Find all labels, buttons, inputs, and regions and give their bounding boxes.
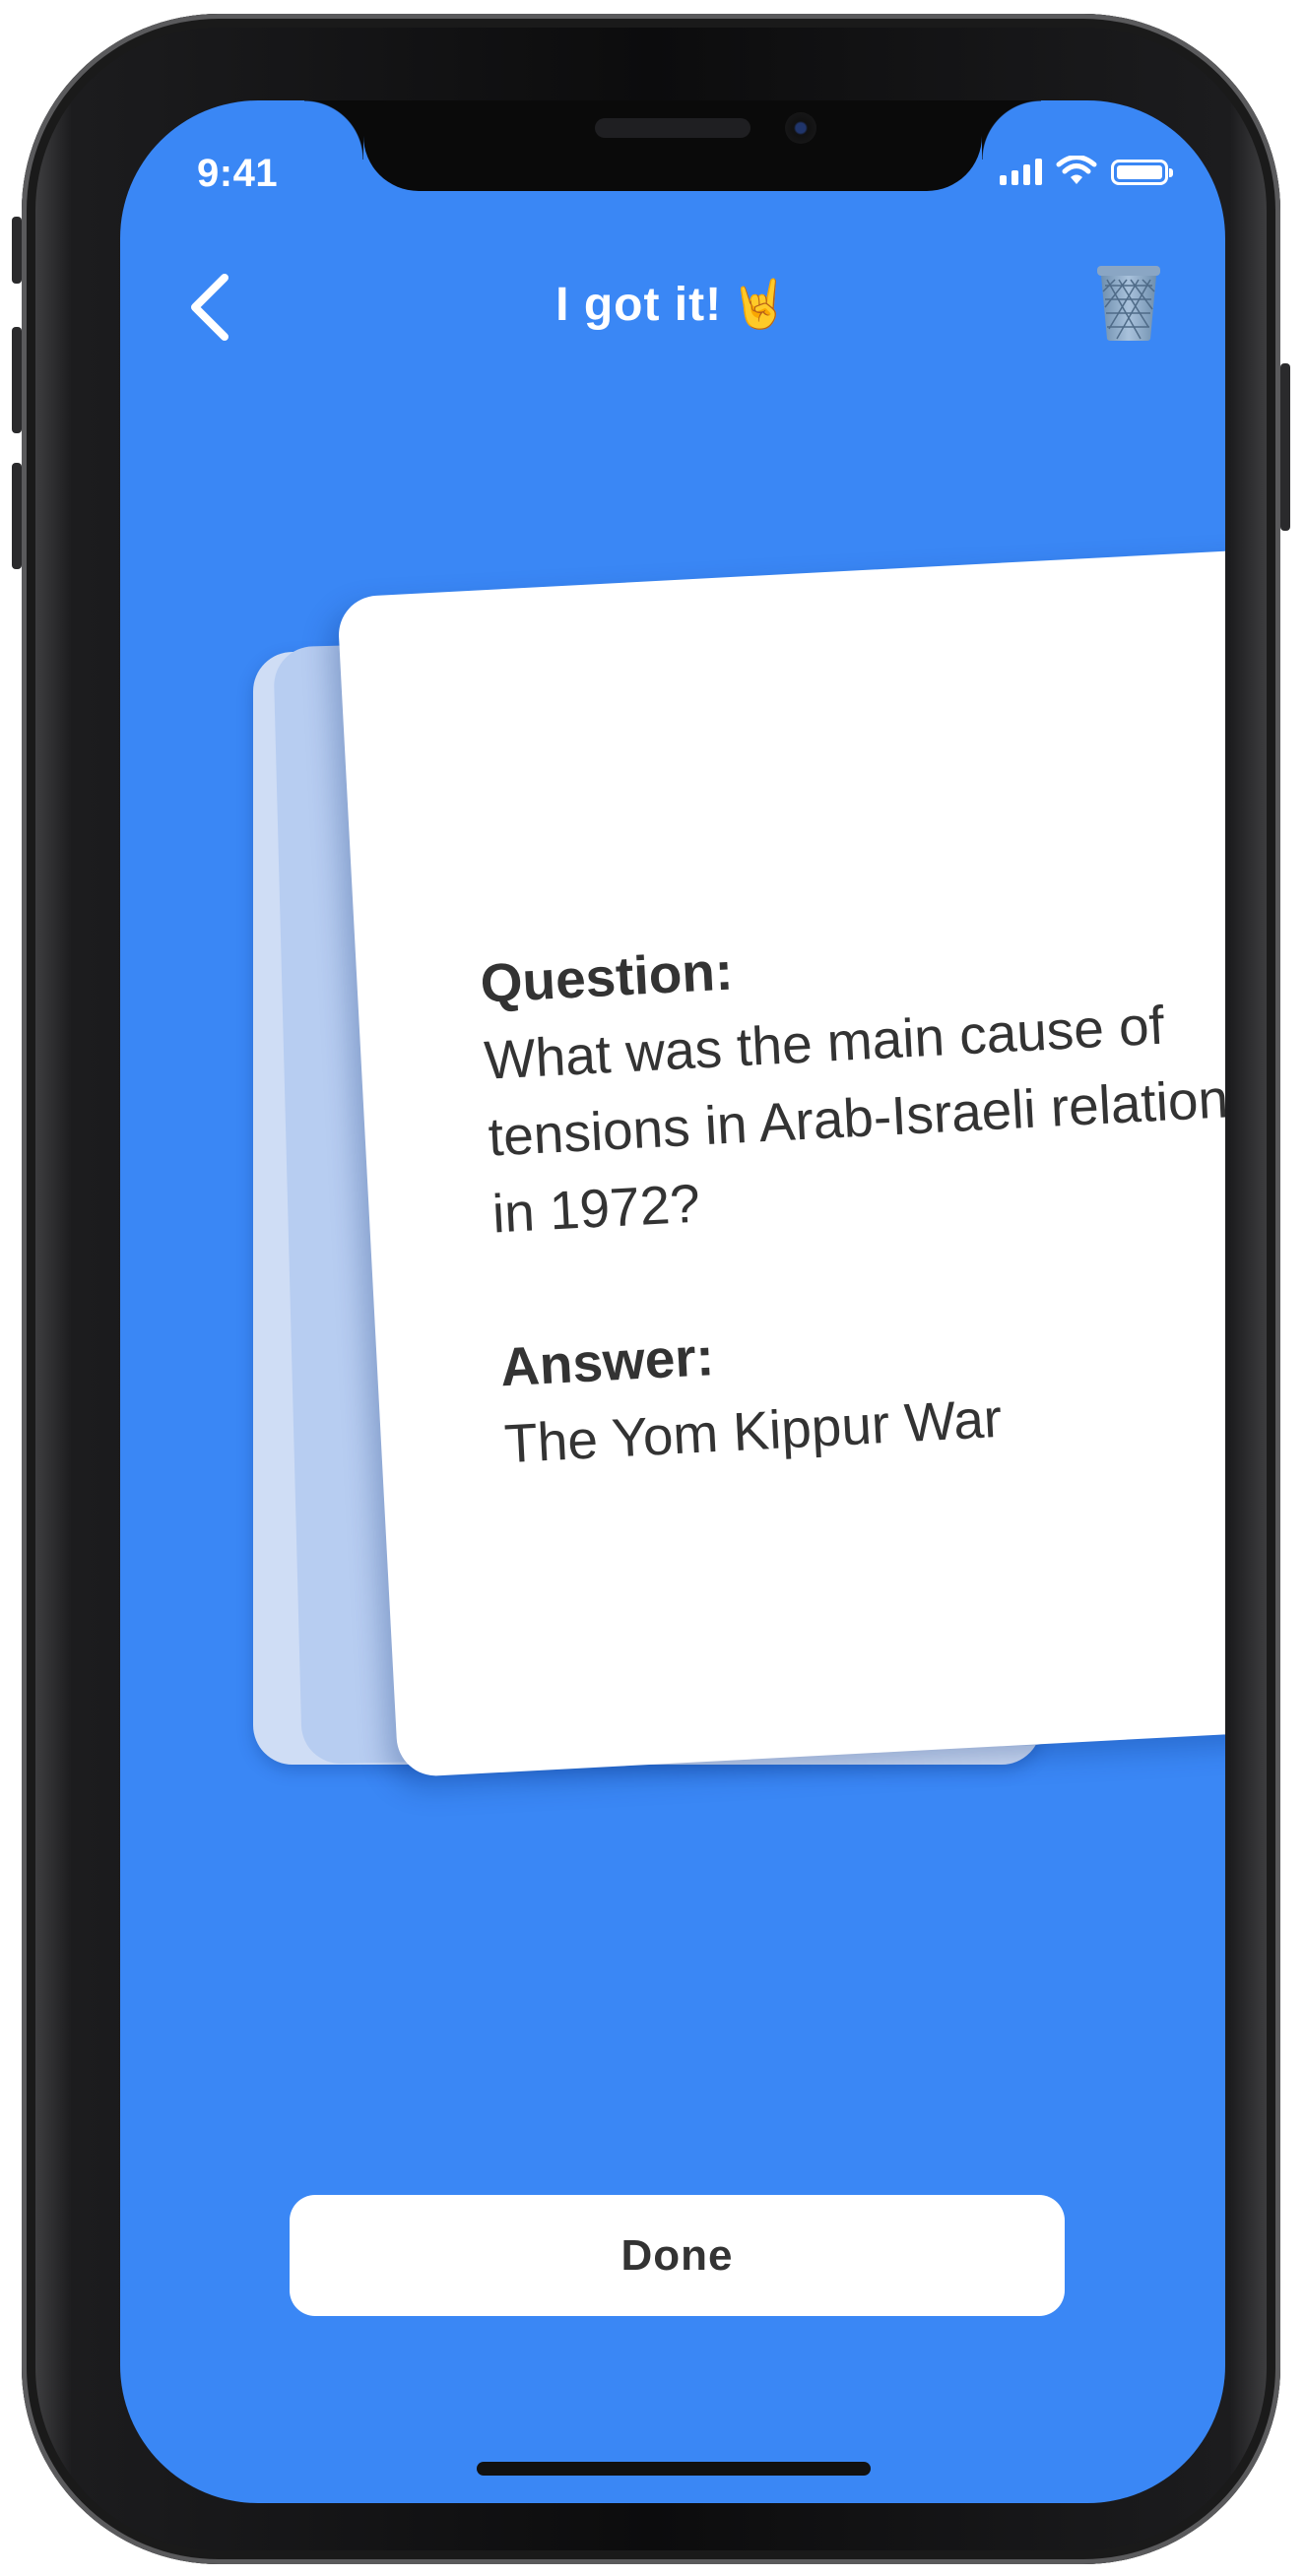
phone-frame: 9:41 I got it! 🤘 Question: What was the … xyxy=(12,14,1290,2564)
battery-level xyxy=(1117,165,1162,179)
front-camera-icon xyxy=(785,112,816,144)
wifi-icon xyxy=(1056,156,1097,184)
done-button[interactable]: Done xyxy=(290,2195,1065,2316)
silent-switch xyxy=(12,217,22,284)
question-text: What was the main cause of tensions in A… xyxy=(483,994,1225,1245)
app-screen: 9:41 I got it! 🤘 Question: What was the … xyxy=(120,100,1225,2503)
status-icons xyxy=(1000,156,1173,185)
flashcard[interactable]: Question: What was the main cause of ten… xyxy=(337,544,1225,1778)
volume-down-button xyxy=(12,463,22,569)
notch xyxy=(304,100,1041,191)
cellular-signal-icon xyxy=(1000,158,1042,185)
speaker-grille xyxy=(595,118,750,138)
page-title: I got it! 🤘 xyxy=(120,276,1225,332)
volume-up-button xyxy=(12,327,22,433)
rock-hand-emoji: 🤘 xyxy=(730,279,790,331)
home-indicator[interactable] xyxy=(477,2462,871,2476)
battery-icon xyxy=(1111,160,1173,185)
flashcard-content: Question: What was the main cause of ten… xyxy=(479,903,1225,1482)
page-title-text: I got it! xyxy=(555,279,723,331)
status-time: 9:41 xyxy=(197,152,279,195)
trash-bin-icon[interactable] xyxy=(1095,264,1162,343)
power-button xyxy=(1280,363,1290,531)
